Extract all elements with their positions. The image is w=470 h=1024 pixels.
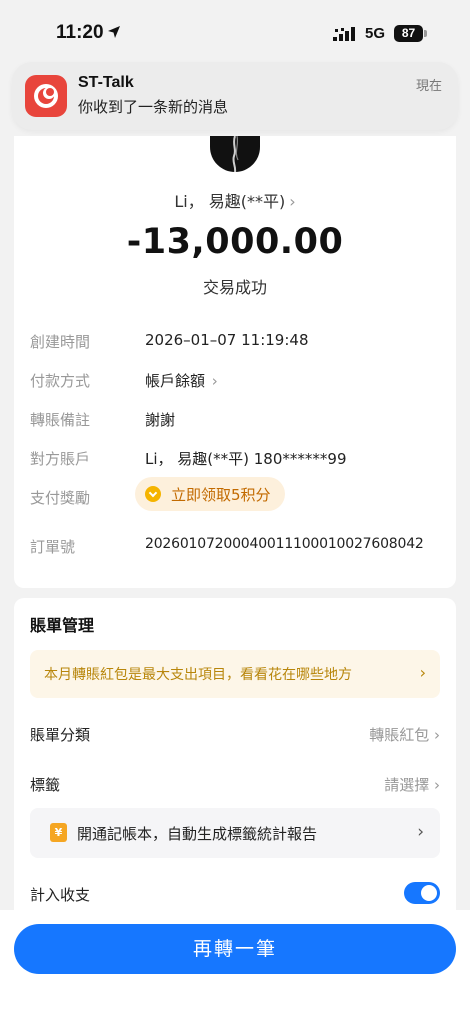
- claim-reward-button[interactable]: 立即领取5积分: [135, 477, 285, 511]
- transaction-status: 交易成功: [202, 278, 267, 297]
- detail-label: 支付獎勵: [30, 489, 91, 507]
- location-arrow-icon: [108, 26, 120, 38]
- ledger-promo-text: 開通記帳本，自動生成標籤統計報告: [77, 825, 318, 843]
- battery-icon: 87: [394, 25, 423, 42]
- bill-category-row[interactable]: 賬單分類 轉賬紅包 ›: [14, 722, 456, 748]
- detail-label: 創建時間: [30, 333, 91, 351]
- ledger-promo-banner[interactable]: ¥ 開通記帳本，自動生成標籤統計報告 ›: [30, 808, 440, 858]
- detail-row-remark: 轉賬備註 謝謝: [14, 407, 456, 431]
- notification-message: 你收到了一条新的消息: [78, 98, 229, 116]
- payee-name: Li， 易趣(**平): [174, 192, 286, 211]
- tip-text: 本月轉賬紅包是最大支出項目，看看花在哪些地方: [44, 667, 352, 683]
- detail-value: 20260107200040011100010027608042: [145, 536, 424, 552]
- coin-icon: [145, 486, 161, 502]
- payee-link[interactable]: Li， 易趣(**平) ›: [14, 188, 456, 212]
- count-in-balance-toggle[interactable]: [404, 882, 440, 904]
- detail-value: Li， 易趣(**平) 180******99: [145, 450, 347, 468]
- detail-label: 轉賬備註: [30, 411, 91, 429]
- chevron-right-icon: ›: [289, 192, 296, 211]
- detail-row-payment-method[interactable]: 付款方式 帳戶餘額 ›: [14, 368, 456, 392]
- detail-row-order-number: 訂單號 20260107200040011100010027608042: [14, 534, 456, 558]
- status-bar: 11:20 5G 87: [0, 0, 470, 62]
- section-title: 賬單管理: [30, 616, 95, 635]
- chevron-right-icon: ›: [419, 663, 426, 682]
- notification-title: ST-Talk: [78, 74, 134, 91]
- transaction-amount: -13,000.00: [126, 222, 344, 262]
- detail-value: 2026–01–07 11:19:48: [145, 331, 309, 349]
- tag-value: 請選擇 ›: [384, 776, 440, 794]
- battery-tip: [424, 30, 427, 37]
- transaction-card: Li， 易趣(**平) › -13,000.00 交易成功 創建時間 2026–0…: [14, 136, 456, 588]
- signal-icon: [333, 27, 355, 41]
- app-logo-icon: [25, 75, 67, 117]
- avatar[interactable]: [210, 136, 260, 172]
- chevron-right-icon: ›: [434, 776, 440, 794]
- detail-row-reward: 支付獎勵 立即领取5积分: [14, 477, 456, 511]
- reward-label: 立即领取5积分: [171, 485, 271, 504]
- chevron-right-icon: ›: [207, 372, 218, 390]
- category-value: 轉賬紅包 ›: [369, 726, 440, 744]
- transfer-again-button[interactable]: 再轉一筆: [14, 924, 456, 974]
- detail-label: 付款方式: [30, 372, 91, 390]
- tag-row[interactable]: 標籤 請選擇 ›: [14, 772, 456, 798]
- category-label: 賬單分類: [30, 726, 91, 744]
- count-in-balance-row: 計入收支: [14, 882, 456, 908]
- toggle-knob: [421, 885, 437, 901]
- detail-label: 對方賬戶: [30, 450, 91, 468]
- ledger-icon: ¥: [50, 823, 67, 842]
- bottom-bar: 再轉一筆: [0, 910, 470, 1024]
- push-notification[interactable]: ST-Talk 你收到了一条新的消息 現在: [12, 62, 458, 130]
- detail-row-created-time: 創建時間 2026–01–07 11:19:48: [14, 329, 456, 353]
- tag-label: 標籤: [30, 776, 61, 794]
- detail-value: 謝謝: [145, 411, 176, 429]
- chevron-right-icon: ›: [417, 822, 424, 842]
- detail-value: 帳戶餘額 ›: [145, 372, 218, 390]
- bill-management-card: 賬單管理 本月轉賬紅包是最大支出項目，看看花在哪些地方 › 賬單分類 轉賬紅包 …: [14, 598, 456, 928]
- status-time: 11:20: [56, 22, 104, 43]
- count-label: 計入收支: [30, 886, 91, 904]
- chevron-right-icon: ›: [434, 726, 440, 744]
- detail-label: 訂單號: [30, 538, 76, 556]
- network-label: 5G: [365, 25, 386, 42]
- spending-tip-banner[interactable]: 本月轉賬紅包是最大支出項目，看看花在哪些地方 ›: [30, 650, 440, 698]
- detail-row-counterparty: 對方賬戶 Li， 易趣(**平) 180******99: [14, 446, 456, 470]
- notification-time: 現在: [415, 79, 442, 94]
